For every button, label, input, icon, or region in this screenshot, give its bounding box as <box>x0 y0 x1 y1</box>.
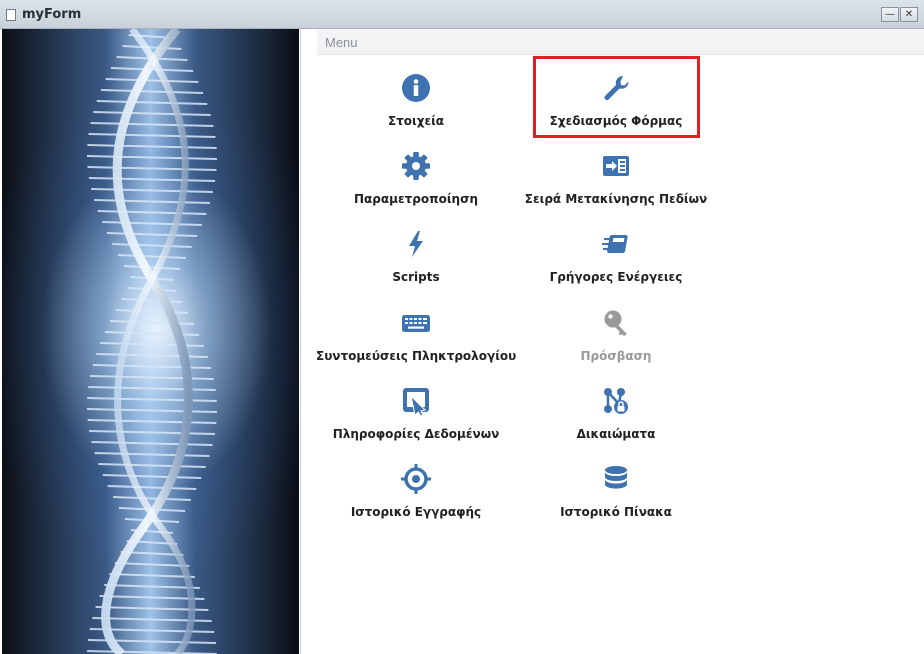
dna-rung <box>94 452 210 457</box>
dna-rung <box>90 375 214 380</box>
dna-rung <box>87 397 217 402</box>
menu-item-data-info[interactable]: Πληροφορίες Δεδομένων <box>316 382 516 454</box>
window-controls: — ✕ <box>881 7 918 22</box>
menu-item-table-history[interactable]: Ιστορικό Πίνακα <box>516 460 716 532</box>
menu-item-scripts[interactable]: Scripts <box>316 225 516 297</box>
dna-rung <box>114 562 190 567</box>
dna-image-panel <box>2 29 299 654</box>
window-title: myForm <box>22 7 82 22</box>
menu-item-parametrization[interactable]: Παραμετροποίηση <box>316 147 516 219</box>
key-icon <box>604 310 627 336</box>
dna-rung <box>104 331 200 336</box>
bolt-icon <box>409 231 423 257</box>
gear-icon <box>402 152 430 180</box>
quick-actions-icon <box>602 235 628 253</box>
menu-item-access[interactable]: Πρόσβαση <box>516 304 716 376</box>
permissions-icon <box>604 388 628 414</box>
menu-item-quick-actions[interactable]: Γρήγορες Ενέργειες <box>516 225 716 297</box>
menu-item-label: Παραμετροποίηση <box>354 192 478 206</box>
dna-rung <box>110 320 194 325</box>
dna-rung <box>98 463 206 468</box>
menu-item-keyboard-shortcuts[interactable]: Συντομεύσεις Πληκτρολογίου <box>316 304 516 376</box>
keyboard-icon <box>402 315 430 332</box>
dna-rung <box>107 485 197 490</box>
dna-helix-image <box>86 29 218 654</box>
menu-item-label: Πληροφορίες Δεδομένων <box>332 427 500 441</box>
data-info-icon <box>403 388 429 416</box>
dna-rung <box>109 573 195 578</box>
dna-rung <box>94 199 210 204</box>
dna-rung <box>91 441 213 446</box>
dna-rung <box>96 353 208 358</box>
highlight-box <box>533 56 700 138</box>
dna-rung <box>113 496 191 501</box>
dna-rung <box>104 584 200 589</box>
dna-rung <box>87 419 217 424</box>
dna-rung <box>89 430 215 435</box>
target-icon <box>401 464 431 494</box>
dna-rung <box>117 254 187 259</box>
dna-rung <box>121 298 183 303</box>
dna-rung <box>86 155 218 160</box>
menu-header-label: Menu <box>325 35 358 50</box>
dna-rung <box>123 265 181 270</box>
dna-rung <box>88 386 216 391</box>
dna-rung <box>87 408 217 413</box>
info-icon <box>402 74 430 102</box>
dna-rung <box>127 287 177 292</box>
window-icon <box>6 9 16 21</box>
menu-item-label: Στοιχεία <box>387 114 445 128</box>
menu-item-label: Πρόσβαση <box>580 349 652 363</box>
dna-rung <box>101 221 203 226</box>
dna-rung <box>87 144 217 149</box>
menu-item-label: Scripts <box>392 270 440 284</box>
dna-rung <box>97 210 207 215</box>
field-order-icon <box>603 156 629 176</box>
dna-rung <box>100 342 204 347</box>
dna-rung <box>112 243 192 248</box>
menu-item-permissions[interactable]: Δικαιώματα <box>516 382 716 454</box>
menu-item-label: Συντομεύσεις Πληκτρολογίου <box>316 349 517 363</box>
dna-rung <box>88 133 216 138</box>
menu-item-label: Γρήγορες Ενέργειες <box>549 270 683 284</box>
dna-rung <box>115 309 189 314</box>
menu-header: Menu <box>317 29 924 55</box>
window-titlebar: myForm — ✕ <box>0 0 924 29</box>
menu-item-label: Ιστορικό Πίνακα <box>560 505 672 519</box>
dna-rung <box>122 45 182 50</box>
dna-rung <box>96 100 208 105</box>
menu-item-label: Σειρά Μετακίνησης Πεδίων <box>524 192 708 206</box>
close-button[interactable]: ✕ <box>900 7 918 22</box>
dna-rung <box>106 232 198 237</box>
dna-rung <box>88 177 216 182</box>
dna-rung <box>105 78 199 83</box>
minimize-button[interactable]: — <box>881 7 899 22</box>
menu-item-label: Ιστορικό Εγγραφής <box>350 505 482 519</box>
dna-rung <box>93 111 211 116</box>
menu-item-label: Δικαιώματα <box>576 427 656 441</box>
dna-rung <box>91 188 213 193</box>
dna-rung <box>90 122 214 127</box>
dna-rung <box>87 166 217 171</box>
menu-item-stoixeia[interactable]: Στοιχεία <box>316 69 516 141</box>
menu-item-field-order[interactable]: Σειρά Μετακίνησης Πεδίων <box>516 147 716 219</box>
menu-item-record-history[interactable]: Ιστορικό Εγγραφής <box>316 460 516 532</box>
menu-panel: Menu Στοιχεία Σχεδιασμός Φόρμας Παραμετρ… <box>300 29 924 654</box>
dna-rung <box>100 89 204 94</box>
dna-rung <box>102 474 202 479</box>
dna-rung <box>92 364 212 369</box>
database-icon <box>605 466 627 489</box>
